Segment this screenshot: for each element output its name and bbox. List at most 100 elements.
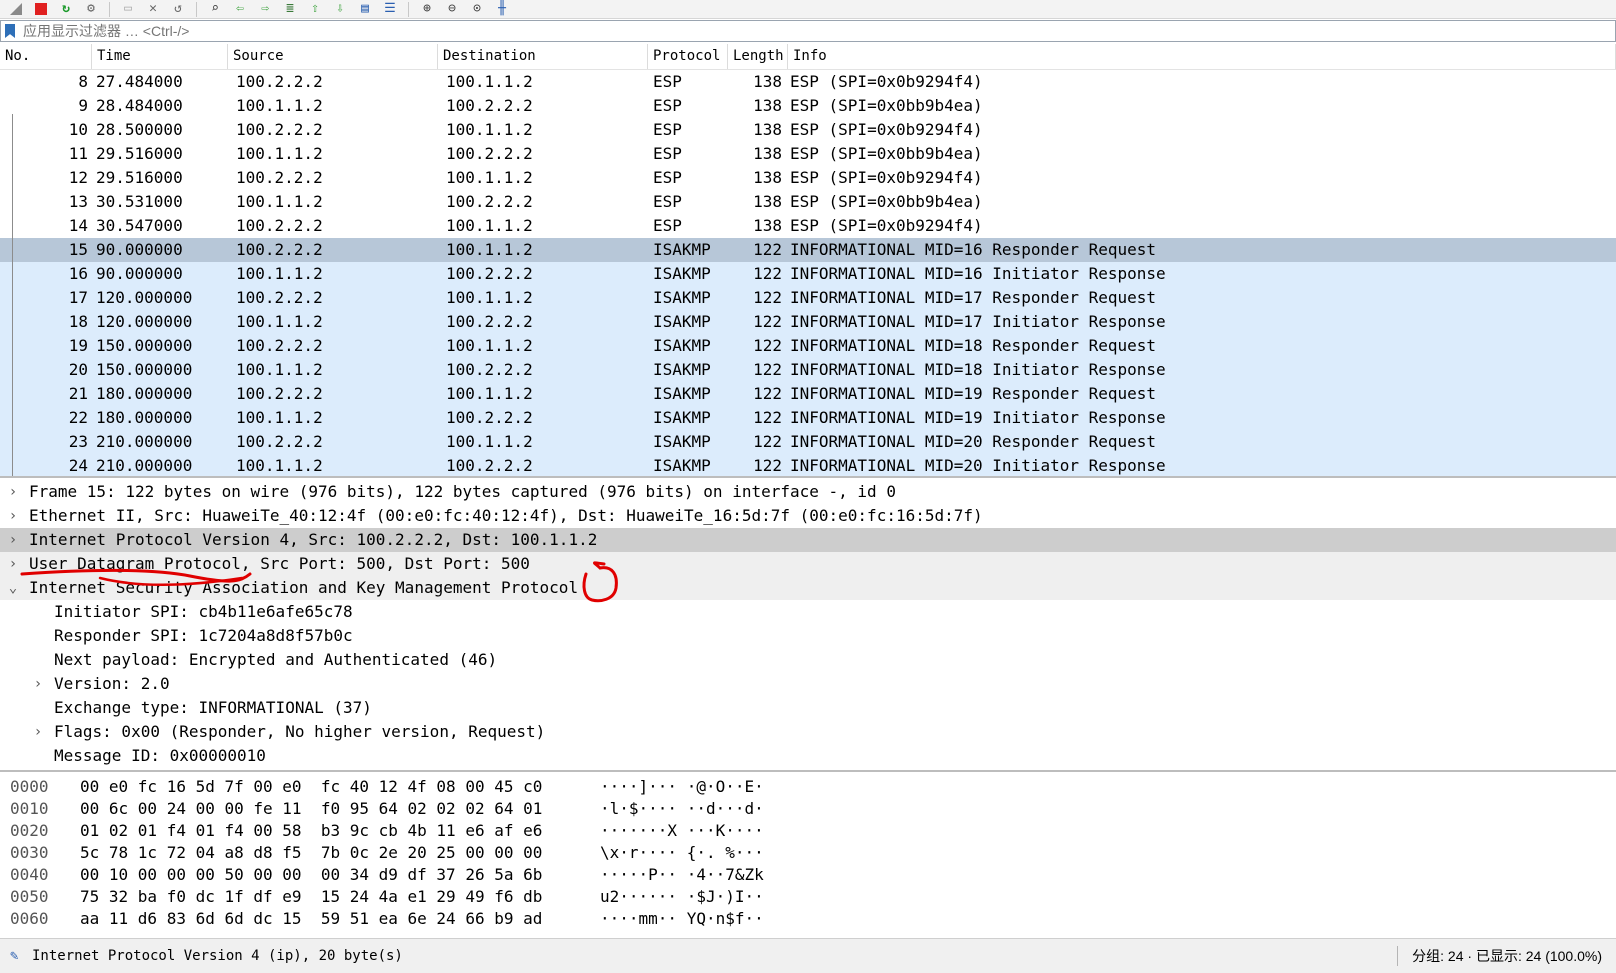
packet-length-cell: 122 [753, 432, 782, 451]
autoscroll-icon[interactable]: ▤ [355, 1, 375, 17]
collapsed-arrow-icon[interactable]: › [6, 504, 20, 528]
byte-ascii[interactable]: ····]··· ·@·O··E· [600, 776, 1616, 798]
resize-columns-icon[interactable]: ╫ [492, 1, 512, 17]
first-icon[interactable]: ⇧ [305, 1, 325, 17]
shark-fin-icon[interactable] [6, 1, 26, 17]
byte-offset[interactable]: 0000 [0, 776, 70, 798]
packet-row[interactable]: 20 150.000000 100.1.1.2 100.2.2.2 ISAKMP 122 I… [0, 358, 1616, 382]
detail-tree-item[interactable]: Initiator SPI: cb4b11e6afe65c78 [0, 600, 1616, 624]
byte-offset[interactable]: 0010 [0, 798, 70, 820]
display-filter-input[interactable] [21, 22, 425, 40]
collapsed-arrow-icon[interactable]: › [6, 480, 20, 504]
byte-offset[interactable]: 0030 [0, 842, 70, 864]
byte-ascii[interactable]: u2······ ·$J·)I·· [600, 886, 1616, 908]
packet-row[interactable]: 19 150.000000 100.2.2.2 100.1.1.2 ISAKMP 122 I… [0, 334, 1616, 358]
packet-row[interactable]: 21 180.000000 100.2.2.2 100.1.1.2 ISAKMP 122 I… [0, 382, 1616, 406]
packet-list[interactable]: No. Time Source Destination Protocol Len… [0, 44, 1616, 478]
reload-icon[interactable]: ↺ [168, 1, 188, 17]
packet-row[interactable]: 11 29.516000 100.1.1.2 100.2.2.2 ESP 138 ESP (… [0, 142, 1616, 166]
packet-row[interactable]: 13 30.531000 100.1.1.2 100.2.2.2 ESP 138 ESP (… [0, 190, 1616, 214]
detail-tree-item[interactable]: Responder SPI: 1c7204a8d8f57b0c [0, 624, 1616, 648]
status-divider [1397, 946, 1399, 966]
detail-tree-item[interactable]: Exchange type: INFORMATIONAL (37) [0, 696, 1616, 720]
packet-details[interactable]: › Frame 15: 122 bytes on wire (976 bits),… [0, 480, 1616, 772]
zoom-out-icon[interactable]: ⊖ [442, 1, 462, 17]
byte-offset[interactable]: 0040 [0, 864, 70, 886]
stop-icon[interactable] [31, 1, 51, 17]
collapsed-arrow-icon[interactable]: › [31, 720, 45, 744]
colorize-icon[interactable]: ☰ [380, 1, 400, 17]
detail-tree-item[interactable]: Message ID: 0x00000010 [0, 744, 1616, 768]
goto-icon[interactable]: ≣ [280, 1, 300, 17]
forward-icon[interactable]: ⇨ [255, 1, 275, 17]
detail-text: Message ID: 0x00000010 [54, 746, 266, 765]
collapsed-arrow-icon[interactable]: › [6, 552, 20, 576]
byte-offset[interactable]: 0050 [0, 886, 70, 908]
column-header-info[interactable]: Info [788, 44, 1616, 69]
last-icon[interactable]: ⇩ [330, 1, 350, 17]
back-icon[interactable]: ⇦ [230, 1, 250, 17]
detail-rows: › Frame 15: 122 bytes on wire (976 bits),… [0, 480, 1616, 768]
byte-hex[interactable]: 00 10 00 00 00 50 00 00 00 34 d9 df 37 2… [70, 864, 600, 886]
detail-tree-item[interactable]: › Ethernet II, Src: HuaweiTe_40:12:4f (00… [0, 504, 1616, 528]
packet-source-cell: 100.2.2.2 [236, 120, 323, 139]
detail-tree-item[interactable]: Next payload: Encrypted and Authenticate… [0, 648, 1616, 672]
bookmark-icon[interactable] [5, 24, 15, 38]
packet-row[interactable]: 15 90.000000 100.2.2.2 100.1.1.2 ISAKMP 122 IN… [0, 238, 1616, 262]
byte-row: 0040 00 10 00 00 00 50 00 00 00 34 d9 df … [0, 864, 1616, 886]
packet-row[interactable]: 23 210.000000 100.2.2.2 100.1.1.2 ISAKMP 122 I… [0, 430, 1616, 454]
packet-row[interactable]: 8 27.484000 100.2.2.2 100.1.1.2 ESP 138 ESP (S… [0, 70, 1616, 94]
packet-row[interactable]: 14 30.547000 100.2.2.2 100.1.1.2 ESP 138 ESP (… [0, 214, 1616, 238]
edit-comment-icon[interactable]: ✎ [10, 949, 24, 963]
detail-tree-item[interactable]: › Flags: 0x00 (Responder, No higher versi… [0, 720, 1616, 744]
packet-row[interactable]: 22 180.000000 100.1.1.2 100.2.2.2 ISAKMP 122 I… [0, 406, 1616, 430]
packet-protocol-cell: ISAKMP [653, 360, 711, 379]
packet-row[interactable]: 24 210.000000 100.1.1.2 100.2.2.2 ISAKMP 122 I… [0, 454, 1616, 476]
byte-ascii[interactable]: ·······X ···K···· [600, 820, 1616, 842]
byte-hex[interactable]: 5c 78 1c 72 04 a8 d8 f5 7b 0c 2e 20 25 0… [70, 842, 600, 864]
zoom-reset-icon[interactable]: ⊙ [467, 1, 487, 17]
expanded-arrow-icon[interactable]: ⌄ [6, 576, 20, 600]
byte-offset[interactable]: 0020 [0, 820, 70, 842]
packet-row[interactable]: 9 28.484000 100.1.1.2 100.2.2.2 ESP 138 ESP (S… [0, 94, 1616, 118]
column-header-length[interactable]: Length [728, 44, 788, 69]
packet-row[interactable]: 12 29.516000 100.2.2.2 100.1.1.2 ESP 138 ESP (… [0, 166, 1616, 190]
packet-destination-cell: 100.1.1.2 [446, 336, 533, 355]
detail-tree-item[interactable]: › Internet Protocol Version 4, Src: 100.2… [0, 528, 1616, 552]
column-header-source[interactable]: Source [228, 44, 438, 69]
byte-offset[interactable]: 0060 [0, 908, 70, 930]
packet-row[interactable]: 18 120.000000 100.1.1.2 100.2.2.2 ISAKMP 122 I… [0, 310, 1616, 334]
column-header-destination[interactable]: Destination [438, 44, 648, 69]
detail-tree-item[interactable]: ⌄ Internet Security Association and Key M… [0, 576, 1616, 600]
packet-row[interactable]: 10 28.500000 100.2.2.2 100.1.1.2 ESP 138 ESP (… [0, 118, 1616, 142]
column-header-no[interactable]: No. [0, 44, 92, 69]
byte-hex[interactable]: 00 e0 fc 16 5d 7f 00 e0 fc 40 12 4f 08 0… [70, 776, 600, 798]
detail-tree-item[interactable]: › Frame 15: 122 bytes on wire (976 bits),… [0, 480, 1616, 504]
restart-icon[interactable]: ↻ [56, 1, 76, 17]
options-icon[interactable]: ⚙ [81, 1, 101, 17]
byte-ascii[interactable]: ·····P·· ·4··7&Zk [600, 864, 1616, 886]
close-icon[interactable]: ✕ [143, 1, 163, 17]
find-icon[interactable]: ⌕ [205, 1, 225, 17]
byte-row: 0020 01 02 01 f4 01 f4 00 58 b3 9c cb 4b … [0, 820, 1616, 842]
byte-ascii[interactable]: ····mm·· YQ·n$f·· [600, 908, 1616, 930]
byte-hex[interactable]: aa 11 d6 83 6d 6d dc 15 59 51 ea 6e 24 6… [70, 908, 600, 930]
packet-row[interactable]: 16 90.000000 100.1.1.2 100.2.2.2 ISAKMP 122 IN… [0, 262, 1616, 286]
byte-hex[interactable]: 00 6c 00 24 00 00 fe 11 f0 95 64 02 02 0… [70, 798, 600, 820]
byte-ascii[interactable]: ·l·$···· ··d···d· [600, 798, 1616, 820]
packet-row[interactable]: 17 120.000000 100.2.2.2 100.1.1.2 ISAKMP 122 I… [0, 286, 1616, 310]
column-header-time[interactable]: Time [92, 44, 228, 69]
packet-source-cell: 100.1.1.2 [236, 144, 323, 163]
detail-tree-item[interactable]: › User Datagram Protocol, Src Port: 500, … [0, 552, 1616, 576]
byte-hex[interactable]: 01 02 01 f4 01 f4 00 58 b3 9c cb 4b 11 e… [70, 820, 600, 842]
zoom-in-icon[interactable]: ⊕ [417, 1, 437, 17]
byte-ascii[interactable]: \x·r···· {·. %··· [600, 842, 1616, 864]
byte-hex[interactable]: 75 32 ba f0 dc 1f df e9 15 24 4a e1 29 4… [70, 886, 600, 908]
packet-bytes[interactable]: 0000 00 e0 fc 16 5d 7f 00 e0 fc 40 12 4f … [0, 776, 1616, 936]
collapsed-arrow-icon[interactable]: › [6, 528, 20, 552]
column-header-protocol[interactable]: Protocol [648, 44, 728, 69]
open-icon[interactable]: ▭ [118, 1, 138, 17]
detail-tree-item[interactable]: › Version: 2.0 [0, 672, 1616, 696]
packet-length-cell: 138 [753, 72, 782, 91]
collapsed-arrow-icon[interactable]: › [31, 672, 45, 696]
